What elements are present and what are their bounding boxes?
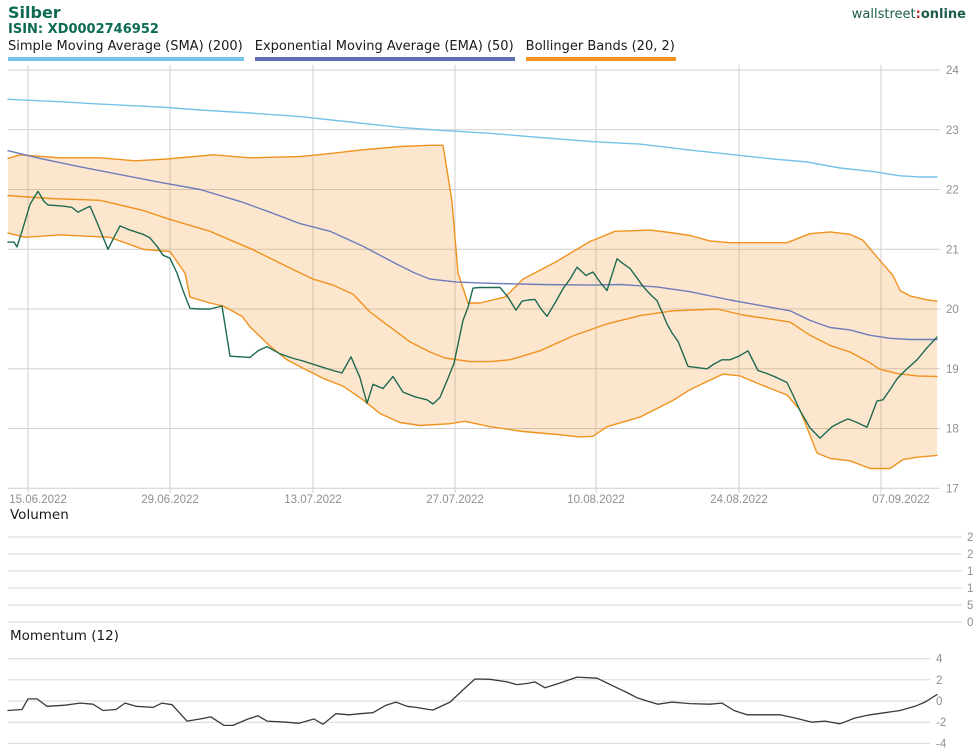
isin-label: ISIN: XD0002746952 [8, 22, 159, 37]
tab-bollinger-label: Bollinger Bands (20, 2) [526, 39, 676, 56]
tab-ema-underline [255, 57, 515, 61]
tab-sma-label: Simple Moving Average (SMA) (200) [8, 39, 244, 56]
volume-axis-label-clipped: 1 [967, 566, 973, 578]
y-axis-price-label: 20 [946, 304, 959, 316]
x-axis-date-label: 15.06.2022 [9, 494, 67, 506]
tab-ema[interactable]: Exponential Moving Average (EMA) (50) [255, 39, 515, 61]
chart-page: 15.06.2022 29.06.2022 13.07.2022 27.07.2022… [0, 0, 976, 750]
volume-axis-label-clipped: 0 [967, 617, 973, 629]
tab-ema-label: Exponential Moving Average (EMA) (50) [255, 39, 515, 56]
x-axis-date-label: 24.08.2022 [710, 494, 768, 506]
tab-sma[interactable]: Simple Moving Average (SMA) (200) [8, 39, 244, 61]
volume-panel-title: Volumen [10, 507, 69, 523]
x-axis-date-label: 29.06.2022 [141, 494, 199, 506]
volume-axis-label-clipped: 2 [967, 532, 973, 544]
y-axis-price-label: 19 [946, 364, 959, 376]
tab-sma-underline [8, 57, 244, 61]
y-axis-price-label: 23 [946, 125, 959, 137]
logo-part2: online [921, 7, 966, 22]
y-axis-price-label: 24 [946, 65, 959, 77]
price-chart-canvas[interactable]: 15.06.2022 29.06.2022 13.07.2022 27.07.2022… [0, 0, 976, 750]
volume-axis-label-clipped: 2 [967, 549, 973, 561]
y-axis-price-label: 21 [946, 244, 959, 256]
x-axis-date-label: 10.08.2022 [567, 494, 625, 506]
page-title: Silber [8, 3, 61, 22]
y-axis-price-label: 18 [946, 424, 959, 436]
x-axis-date-label: 07.09.2022 [872, 494, 930, 506]
momentum-axis-label: -4 [936, 738, 947, 750]
momentum-axis-label: 0 [936, 696, 942, 708]
wallstreet-online-logo: wallstreet:online [852, 7, 966, 22]
y-axis-price-label: 22 [946, 185, 959, 197]
momentum-axis-label: 4 [936, 654, 943, 666]
x-axis-date-label: 13.07.2022 [284, 494, 342, 506]
tab-bollinger[interactable]: Bollinger Bands (20, 2) [526, 39, 676, 61]
y-axis-price-label: 17 [946, 483, 959, 495]
volume-axis-label-clipped: 5 [967, 600, 973, 612]
momentum-axis-label: 2 [936, 675, 942, 687]
momentum-panel-title: Momentum (12) [10, 628, 119, 644]
volume-axis-label-clipped: 1 [967, 583, 973, 595]
bollinger-band-fill [8, 145, 937, 468]
tab-bollinger-underline [526, 57, 676, 61]
x-axis-date-label: 27.07.2022 [426, 494, 484, 506]
indicator-tabs: Simple Moving Average (SMA) (200) Expone… [8, 39, 676, 61]
momentum-axis-label: -2 [936, 717, 946, 729]
logo-part1: wallstreet [852, 7, 916, 22]
